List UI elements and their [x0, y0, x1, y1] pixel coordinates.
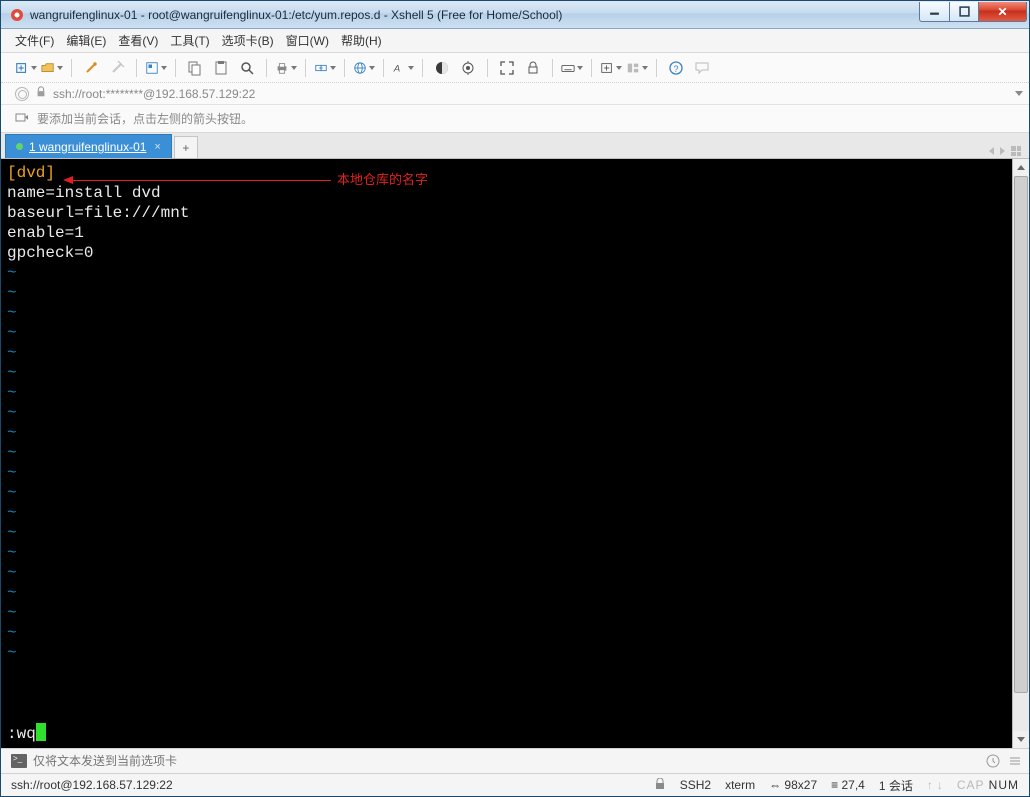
- open-folder-icon[interactable]: [41, 57, 63, 79]
- menu-file[interactable]: 文件(F): [15, 32, 54, 49]
- tab-prev-icon[interactable]: [989, 147, 994, 155]
- copy-icon[interactable]: [184, 57, 206, 79]
- fullscreen-icon[interactable]: [496, 57, 518, 79]
- tab-nav: [989, 146, 1025, 158]
- app-window: wangruifenglinux-01 - root@wangruifengli…: [0, 0, 1030, 797]
- separator: [591, 59, 592, 77]
- menu-view[interactable]: 查看(V): [118, 32, 158, 49]
- reconnect-icon[interactable]: [80, 57, 102, 79]
- hint-text: 要添加当前会话，点击左侧的箭头按钮。: [37, 110, 253, 127]
- separator: [552, 59, 553, 77]
- window-controls: [919, 2, 1027, 22]
- separator: [487, 59, 488, 77]
- font-icon[interactable]: A: [392, 57, 414, 79]
- keyboard-icon[interactable]: [561, 57, 583, 79]
- highlight-icon[interactable]: [457, 57, 479, 79]
- tab-label: 1 wangruifenglinux-01: [29, 140, 146, 154]
- menu-dots-icon[interactable]: [1007, 753, 1023, 769]
- close-button[interactable]: [979, 2, 1027, 22]
- terminal-input-icon: [11, 754, 27, 768]
- menu-tabs[interactable]: 选项卡(B): [222, 32, 274, 49]
- scroll-track[interactable]: [1013, 176, 1029, 731]
- lock-status-icon: [654, 778, 666, 793]
- properties-icon[interactable]: [145, 57, 167, 79]
- tab-list-icon[interactable]: [1011, 146, 1021, 156]
- separator: [266, 59, 267, 77]
- address-dropdown-icon[interactable]: [1015, 91, 1023, 96]
- menu-edit[interactable]: 编辑(E): [66, 32, 106, 49]
- paste-icon[interactable]: [210, 57, 232, 79]
- terminal-area: [dvd]name=install dvdbaseurl=file:///mnt…: [1, 159, 1029, 748]
- status-connection: ssh://root@192.168.57.129:22: [11, 778, 173, 792]
- tab-next-icon[interactable]: [1000, 147, 1005, 155]
- new-tab-icon[interactable]: [600, 57, 622, 79]
- separator: [71, 59, 72, 77]
- status-bar: ssh://root@192.168.57.129:22 SSH2 xterm …: [1, 774, 1029, 796]
- separator: [422, 59, 423, 77]
- minimize-button[interactable]: [919, 2, 949, 22]
- status-sessions: 1 会话: [879, 777, 913, 794]
- titlebar[interactable]: wangruifenglinux-01 - root@wangruifengli…: [1, 1, 1029, 29]
- status-capnum: CAP NUM: [957, 778, 1019, 792]
- vim-command-line: :wq: [7, 723, 46, 744]
- session-tab[interactable]: 1 wangruifenglinux-01 ×: [5, 134, 172, 158]
- terminal-scrollbar[interactable]: [1012, 159, 1029, 748]
- menu-help[interactable]: 帮助(H): [341, 32, 382, 49]
- toolbar: A ?: [1, 53, 1029, 83]
- transfer-icon[interactable]: [314, 57, 336, 79]
- scroll-thumb[interactable]: [1014, 176, 1028, 693]
- new-session-icon[interactable]: [15, 57, 37, 79]
- tab-close-icon[interactable]: ×: [154, 141, 160, 153]
- scroll-up-button[interactable]: [1013, 159, 1029, 176]
- menubar: 文件(F) 编辑(E) 查看(V) 工具(T) 选项卡(B) 窗口(W) 帮助(…: [1, 29, 1029, 53]
- compose-input[interactable]: [33, 754, 979, 768]
- svg-text:?: ?: [674, 64, 679, 74]
- maximize-button[interactable]: [949, 2, 979, 22]
- disconnect-icon[interactable]: [106, 57, 128, 79]
- address-bar: ssh://root:********@192.168.57.129:22: [1, 83, 1029, 105]
- separator: [656, 59, 657, 77]
- help-icon[interactable]: ?: [665, 57, 687, 79]
- lock-scroll-icon[interactable]: [522, 57, 544, 79]
- compose-bar: [1, 748, 1029, 774]
- status-size: ⇔ 98x27: [769, 778, 817, 792]
- app-icon: [9, 7, 25, 23]
- menu-tools[interactable]: 工具(T): [170, 32, 209, 49]
- svg-text:A: A: [393, 63, 400, 74]
- separator: [305, 59, 306, 77]
- search-icon[interactable]: [236, 57, 258, 79]
- separator: [136, 59, 137, 77]
- chat-icon[interactable]: [691, 57, 713, 79]
- tab-strip: 1 wangruifenglinux-01 × +: [1, 133, 1029, 159]
- hint-icon: [15, 110, 29, 127]
- globe-icon[interactable]: [353, 57, 375, 79]
- history-icon[interactable]: [985, 753, 1001, 769]
- new-tab-button[interactable]: +: [174, 136, 198, 158]
- scroll-down-button[interactable]: [1013, 731, 1029, 748]
- separator: [344, 59, 345, 77]
- window-title: wangruifenglinux-01 - root@wangruifengli…: [30, 8, 919, 22]
- lock-icon: [35, 86, 47, 101]
- status-term: xterm: [725, 778, 755, 792]
- cursor-icon: [36, 723, 46, 741]
- separator: [175, 59, 176, 77]
- terminal[interactable]: [dvd]name=install dvdbaseurl=file:///mnt…: [1, 159, 1012, 748]
- hint-bar: 要添加当前会话，点击左侧的箭头按钮。: [1, 105, 1029, 133]
- status-arrows: ↑↓: [927, 778, 943, 792]
- tile-icon[interactable]: [626, 57, 648, 79]
- address-text[interactable]: ssh://root:********@192.168.57.129:22: [53, 87, 1009, 101]
- separator: [383, 59, 384, 77]
- print-icon[interactable]: [275, 57, 297, 79]
- app-logo-icon: [15, 87, 29, 101]
- status-pos: ≡ 27,4: [831, 778, 865, 792]
- status-protocol: SSH2: [680, 778, 711, 792]
- status-dot-icon: [16, 143, 23, 150]
- color-scheme-icon[interactable]: [431, 57, 453, 79]
- menu-window[interactable]: 窗口(W): [286, 32, 329, 49]
